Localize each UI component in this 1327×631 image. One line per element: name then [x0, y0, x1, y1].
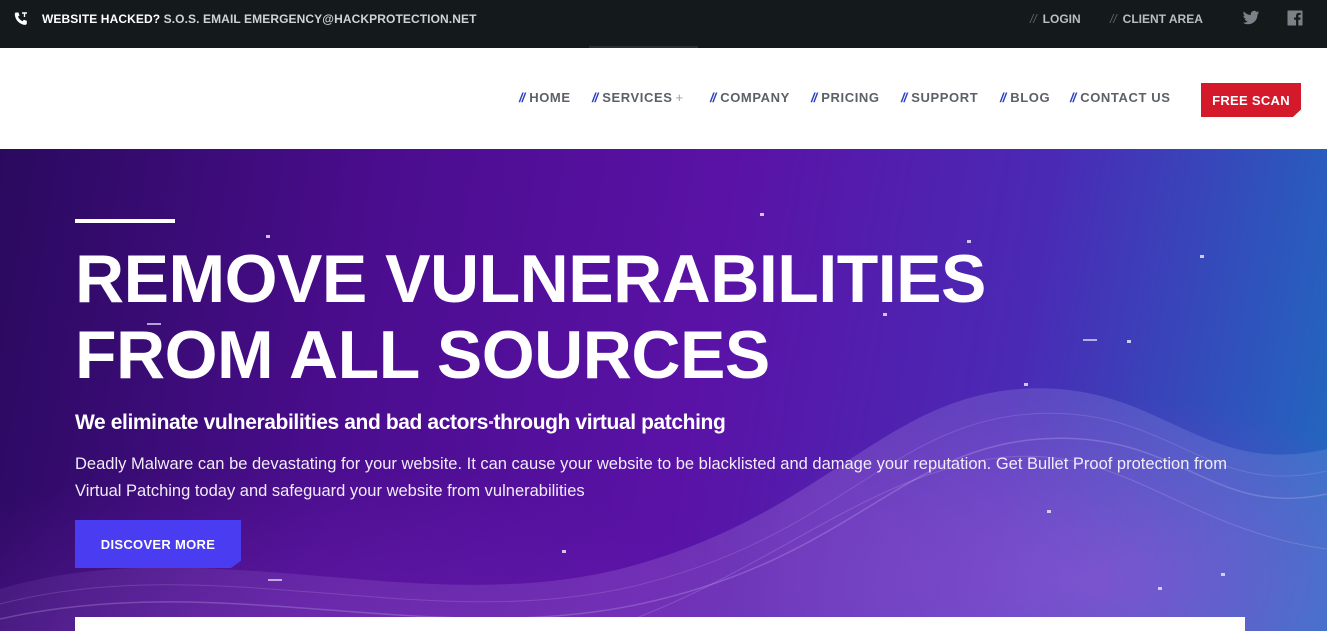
nav-support-label: SUPPORT — [911, 90, 979, 105]
login-slashes: // — [1030, 12, 1037, 26]
main-nav: // HOME // SERVICES + // COMPANY // PRICING /… — [0, 48, 1327, 149]
login-label: LOGIN — [1042, 12, 1081, 26]
nav-contact-label: CONTACT US — [1080, 90, 1171, 105]
login-link[interactable]: // LOGIN — [1030, 12, 1081, 26]
sparkle — [266, 235, 270, 238]
sparkle — [1221, 573, 1225, 576]
phone-icon — [14, 12, 27, 25]
discover-more-button[interactable]: DISCOVER MORE — [75, 520, 241, 568]
nav-support-slashes: // — [901, 90, 907, 105]
nav-pricing[interactable]: // PRICING — [811, 90, 880, 105]
nav-home[interactable]: // HOME — [519, 90, 571, 105]
client-area-slashes: // — [1110, 12, 1117, 26]
nav-support[interactable]: // SUPPORT — [901, 90, 978, 105]
client-area-link[interactable]: // CLIENT AREA — [1110, 12, 1203, 26]
nav-contact-slashes: // — [1070, 90, 1076, 105]
twitter-icon[interactable] — [1242, 9, 1260, 27]
alert-lead: WEBSITE HACKED? — [42, 12, 161, 26]
hero-section: REMOVE VULNERABILITIES FROM ALL SOURCES … — [0, 149, 1327, 631]
nav-services[interactable]: // SERVICES + — [592, 90, 684, 105]
nav-services-label: SERVICES — [602, 90, 673, 105]
sparkle — [268, 579, 282, 581]
nav-home-slashes: // — [519, 90, 525, 105]
hero-description: Deadly Malware can be devastating for yo… — [75, 455, 1227, 500]
sparkle — [1158, 587, 1162, 590]
nav-company[interactable]: // COMPANY — [710, 90, 790, 105]
nav-blog-slashes: // — [1000, 90, 1006, 105]
nav-company-slashes: // — [710, 90, 716, 105]
hero-title: REMOVE VULNERABILITIES FROM ALL SOURCES — [75, 241, 986, 393]
hero-accent-rule — [75, 219, 175, 223]
top-bar: WEBSITE HACKED? S.O.S. EMAIL EMERGENCY@H… — [0, 0, 1327, 48]
sparkle — [562, 550, 566, 553]
nav-blog[interactable]: // BLOG — [1000, 90, 1050, 105]
sparkle — [760, 213, 764, 216]
emergency-alert: WEBSITE HACKED? S.O.S. EMAIL EMERGENCY@H… — [42, 12, 477, 26]
nav-pricing-label: PRICING — [821, 90, 880, 105]
top-bar-notch — [0, 0, 12, 48]
nav-company-label: COMPANY — [720, 90, 790, 105]
nav-contact[interactable]: // CONTACT US — [1070, 90, 1171, 105]
client-area-label: CLIENT AREA — [1122, 12, 1203, 26]
hero-subtitle: We eliminate vulnerabilities and bad act… — [75, 411, 726, 434]
alert-email-text[interactable]: S.O.S. EMAIL EMERGENCY@HACKPROTECTION.NE… — [164, 12, 477, 26]
nav-home-label: HOME — [529, 90, 571, 105]
nav-pricing-slashes: // — [811, 90, 817, 105]
content-card-top — [75, 617, 1245, 631]
sparkle — [1047, 510, 1051, 513]
free-scan-button[interactable]: FREE SCAN — [1201, 83, 1301, 117]
facebook-icon[interactable] — [1286, 9, 1304, 27]
nav-blog-label: BLOG — [1010, 90, 1051, 105]
sparkle — [1200, 255, 1204, 258]
nav-services-slashes: // — [592, 90, 598, 105]
plus-icon: + — [675, 90, 684, 105]
